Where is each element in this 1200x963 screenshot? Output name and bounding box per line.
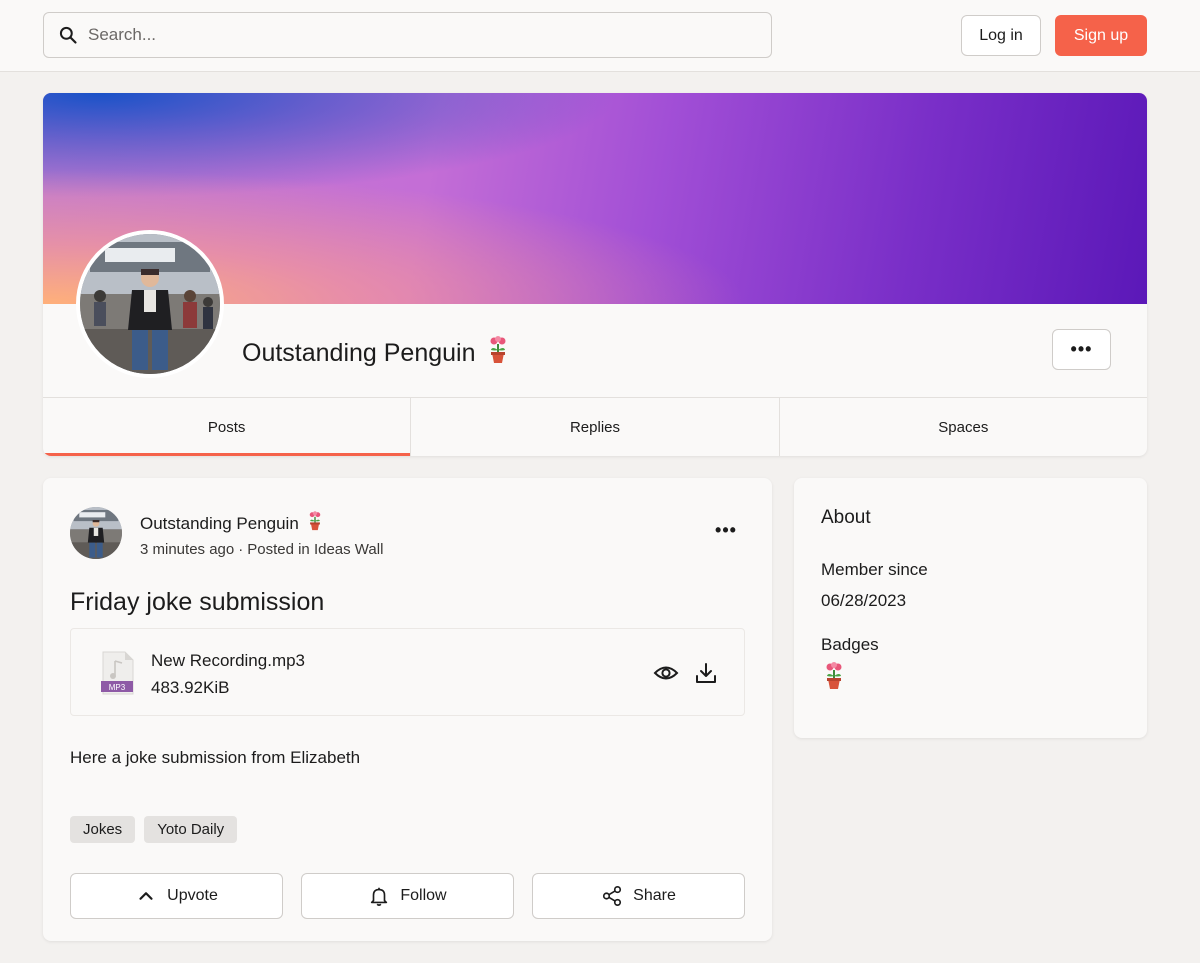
flower-pot-icon bbox=[824, 662, 844, 695]
flower-pot-icon bbox=[488, 336, 508, 371]
share-label: Share bbox=[633, 887, 676, 904]
top-bar: Log in Sign up bbox=[0, 0, 1200, 72]
attachment[interactable]: MP3 New Recording.mp3 483.92KiB bbox=[70, 628, 745, 716]
member-since-value: 06/28/2023 bbox=[821, 591, 907, 610]
about-card: About Member since 06/28/2023 Badges bbox=[794, 478, 1147, 738]
download-icon[interactable] bbox=[694, 661, 718, 685]
post-author-avatar[interactable] bbox=[70, 507, 122, 559]
post-body: Here a joke submission from Elizabeth bbox=[70, 748, 361, 767]
profile-name: Outstanding Penguin bbox=[242, 336, 508, 371]
upvote-button[interactable]: Upvote bbox=[70, 873, 283, 919]
profile-more-button[interactable]: ••• bbox=[1052, 329, 1111, 370]
post-author: Outstanding Penguin bbox=[140, 511, 322, 536]
share-icon bbox=[603, 886, 622, 906]
badges-label: Badges bbox=[821, 635, 879, 654]
meta-separator: · bbox=[238, 541, 244, 558]
tab-replies[interactable]: Replies bbox=[411, 398, 780, 456]
more-horizontal-icon: ••• bbox=[1070, 339, 1093, 359]
post-tags: Jokes Yoto Daily bbox=[70, 816, 238, 843]
chevron-up-icon bbox=[139, 892, 153, 900]
login-button[interactable]: Log in bbox=[961, 15, 1041, 56]
file-size: 483.92KiB bbox=[151, 678, 230, 697]
upvote-label: Upvote bbox=[167, 887, 218, 904]
about-title: About bbox=[821, 507, 871, 528]
tab-spaces[interactable]: Spaces bbox=[780, 398, 1147, 456]
search-icon bbox=[59, 26, 77, 44]
follow-button[interactable]: Follow bbox=[301, 873, 514, 919]
post-meta: 3 minutes ago · Posted in Ideas Wall bbox=[140, 541, 383, 558]
tag-yoto-daily[interactable]: Yoto Daily bbox=[144, 816, 238, 843]
profile-name-text: Outstanding Penguin bbox=[242, 339, 476, 367]
tab-posts[interactable]: Posts bbox=[43, 398, 412, 456]
tag-jokes[interactable]: Jokes bbox=[70, 816, 136, 843]
profile-card: Outstanding Penguin ••• Posts Replies Sp… bbox=[43, 93, 1147, 456]
flower-pot-icon bbox=[308, 511, 322, 536]
audio-file-icon: MP3 bbox=[101, 651, 134, 695]
signup-button[interactable]: Sign up bbox=[1055, 15, 1147, 56]
search-input[interactable] bbox=[88, 25, 728, 45]
post-title: Friday joke submission bbox=[70, 588, 325, 616]
profile-tabs: Posts Replies Spaces bbox=[43, 397, 1147, 456]
post-more-button[interactable]: ••• bbox=[711, 520, 741, 541]
member-since-label: Member since bbox=[821, 560, 928, 579]
post-space[interactable]: Posted in Ideas Wall bbox=[247, 541, 383, 558]
file-name: New Recording.mp3 bbox=[151, 651, 306, 670]
eye-icon[interactable] bbox=[653, 662, 679, 684]
profile-avatar bbox=[76, 230, 224, 378]
post-card: Outstanding Penguin 3 minutes ago · Post… bbox=[43, 478, 772, 941]
post-time: 3 minutes ago bbox=[140, 541, 235, 558]
follow-label: Follow bbox=[400, 887, 447, 904]
share-button[interactable]: Share bbox=[532, 873, 745, 919]
file-type-label: MP3 bbox=[109, 683, 126, 692]
search-box[interactable] bbox=[43, 12, 772, 58]
post-author-name[interactable]: Outstanding Penguin bbox=[140, 514, 299, 534]
bell-icon bbox=[371, 887, 388, 906]
more-horizontal-icon: ••• bbox=[715, 520, 737, 540]
post-actions: Upvote Follow Share bbox=[70, 873, 745, 919]
